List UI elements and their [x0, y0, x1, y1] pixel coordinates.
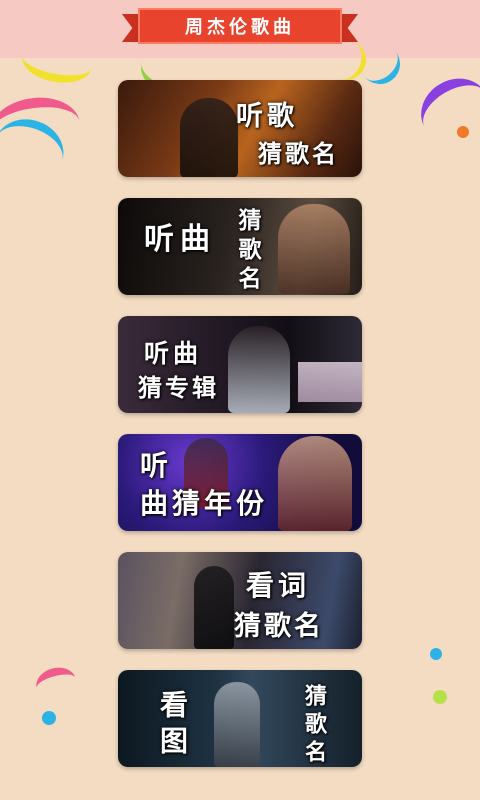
card-label-primary: 看词	[246, 569, 311, 602]
card-listen-tune-guess-year[interactable]: 听 曲猜年份	[118, 434, 362, 531]
confetti-green-dot	[433, 690, 447, 704]
confetti-pink-arc-bottom	[32, 663, 80, 703]
card-label-secondary: 猜歌名	[258, 139, 339, 168]
card-listen-song-guess-name[interactable]: 听歌 猜歌名	[118, 80, 362, 177]
card-label-secondary: 曲猜年份	[140, 487, 269, 520]
piano-photo	[298, 362, 362, 402]
page-title: 周杰伦歌曲	[185, 17, 295, 38]
card-label-primary: 看图	[156, 690, 189, 762]
confetti-blue-dot-left	[42, 711, 56, 725]
card-label-primary: 听曲	[144, 339, 203, 368]
card-label-secondary: 猜歌名	[234, 611, 324, 642]
card-listen-tune-guess-name[interactable]: 听曲 猜歌名	[118, 198, 362, 295]
card-label-secondary: 猜歌名	[301, 684, 327, 767]
card-read-lyrics-guess-name[interactable]: 看词 猜歌名	[118, 552, 362, 649]
card-label-secondary: 猜歌名	[234, 208, 261, 295]
confetti-blue-dot	[430, 648, 442, 660]
singer-photo	[180, 98, 238, 177]
card-label-secondary: 猜专辑	[138, 373, 219, 402]
singer-photo	[228, 326, 290, 413]
confetti-orange-dot	[457, 126, 469, 138]
game-mode-menu: 听歌 猜歌名 听曲 猜歌名 听曲 猜专辑 听 曲猜年份 看词 猜歌名 看图 猜歌…	[118, 80, 362, 788]
title-banner: 周杰伦歌曲	[138, 8, 342, 44]
singer-photo	[278, 204, 350, 294]
singer-photo	[214, 682, 260, 767]
singer-photo	[194, 566, 234, 649]
card-view-picture-guess-name[interactable]: 看图 猜歌名	[118, 670, 362, 767]
card-label-primary: 听	[140, 449, 169, 482]
card-label-primary: 听歌	[236, 101, 298, 132]
card-label-primary: 听曲	[144, 222, 216, 257]
singer-photo-closeup	[278, 436, 352, 531]
title-ribbon: 周杰伦歌曲	[122, 6, 358, 50]
card-listen-tune-guess-album[interactable]: 听曲 猜专辑	[118, 316, 362, 413]
confetti-purple-arc	[409, 66, 480, 154]
